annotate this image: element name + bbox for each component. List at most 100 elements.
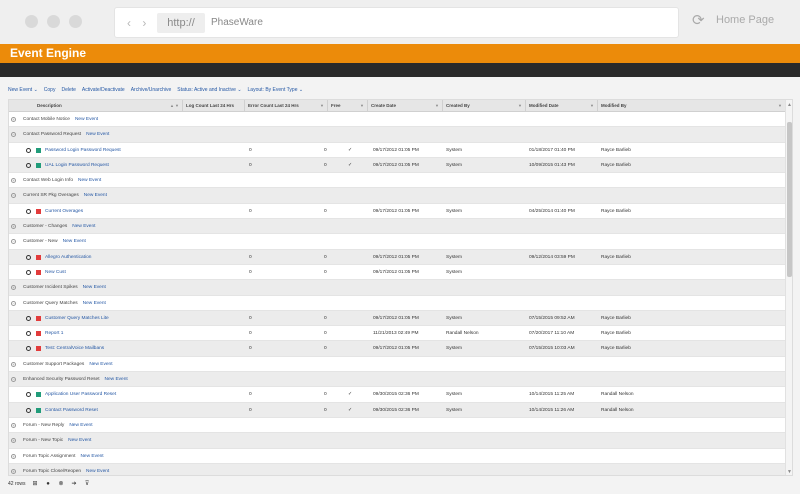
table-row[interactable]: Application User Password Reset 0 0 ✓ 09/30/…	[9, 387, 785, 403]
new-event-link[interactable]: New Event	[78, 178, 101, 183]
expand-icon[interactable]: +	[11, 453, 16, 459]
new-event-link[interactable]: New Event	[80, 454, 103, 459]
table-row[interactable]: UAL Login Password Request 0 0 ✓ 09/17/2012 …	[9, 157, 785, 174]
row-select-radio[interactable]	[26, 331, 31, 337]
header-description[interactable]: Description ▲ ▼	[34, 100, 182, 112]
scroll-down-icon[interactable]: ▼	[787, 469, 792, 475]
row-select-radio[interactable]	[26, 315, 31, 321]
collapse-icon[interactable]: −	[11, 193, 16, 199]
check-circle-icon[interactable]: ●	[45, 481, 52, 488]
group-row[interactable]: + Customer - Changes New Event	[9, 219, 785, 235]
table-row[interactable]: Customer Query Matches Lite 0 0 09/17/2012 …	[9, 310, 785, 327]
header-free[interactable]: Free ▼	[327, 100, 367, 112]
table-row[interactable]: Test: CentralVoice Mailbans 0 0 09/17/2012 …	[9, 341, 785, 357]
row-select-radio[interactable]	[26, 269, 31, 275]
expand-icon[interactable]: +	[11, 361, 16, 367]
home-page-link[interactable]: Home Page	[716, 14, 774, 26]
expand-icon[interactable]: +	[11, 285, 16, 291]
window-minimize-dot[interactable]	[47, 15, 60, 28]
expand-icon[interactable]: +	[11, 117, 16, 122]
table-row[interactable]: Password Login Password Request 0 0 ✓ 09/17/…	[9, 143, 785, 158]
filter-icon[interactable]: ▼	[320, 100, 324, 112]
address-bar[interactable]: ‹ › http:// PhaseWare	[114, 7, 679, 38]
group-row[interactable]: + Forum - New Topic New Event	[9, 433, 785, 449]
table-row[interactable]: Current Overages 0 0 09/17/2012 01:05 PM Sys…	[9, 204, 785, 220]
new-event-link[interactable]: New Event	[72, 224, 95, 229]
vertical-scrollbar[interactable]: ▲ ▼	[785, 100, 792, 475]
expand-icon[interactable]: +	[11, 224, 16, 230]
table-row[interactable]: Contact Password Reset 0 0 ✓ 09/30/2015 02:3…	[9, 402, 785, 418]
event-name-link[interactable]: Allegro Authentication	[45, 250, 91, 265]
header-error-count[interactable]: Error Count Last 24 Hrs ▼	[244, 100, 327, 112]
group-row[interactable]: + Contact Web Login Info New Event	[9, 173, 785, 189]
row-select-radio[interactable]	[26, 392, 31, 398]
new-event-link[interactable]: New Event	[63, 239, 86, 244]
cancel-circle-icon[interactable]: ⊗	[58, 481, 65, 488]
toolbar-action[interactable]: Status: Active and Inactive ⌄	[177, 85, 241, 95]
header-created-by[interactable]: Created By ▼	[442, 100, 525, 112]
group-row[interactable]: + Forum Topic Close/Reopen New Event	[9, 463, 785, 475]
header-modified-date[interactable]: Modified Date ▼	[525, 100, 597, 112]
group-row[interactable]: − Enhanced Security Password Reset New Eve…	[9, 372, 785, 388]
new-event-link[interactable]: New Event	[69, 423, 92, 428]
group-row[interactable]: − Contact Password Request New Event	[9, 127, 785, 143]
event-name-link[interactable]: Contact Password Reset	[45, 403, 98, 418]
back-forward-icon[interactable]: ‹ ›	[127, 16, 150, 30]
expand-icon[interactable]: +	[11, 422, 16, 428]
group-row[interactable]: + Customer Incident Spikes New Event	[9, 280, 785, 296]
row-select-radio[interactable]	[26, 147, 31, 153]
event-name-link[interactable]: UAL Login Password Request	[45, 158, 109, 173]
toolbar-action[interactable]: New Event ⌄	[8, 85, 38, 95]
collapse-icon[interactable]: −	[11, 300, 16, 306]
table-row[interactable]: Allegro Authentication 0 0 09/17/2012 01:05…	[9, 249, 785, 265]
new-event-link[interactable]: New Event	[89, 362, 112, 367]
event-name-link[interactable]: Application User Password Reset	[45, 387, 116, 402]
expand-icon[interactable]: +	[11, 468, 16, 474]
scroll-thumb[interactable]	[787, 122, 792, 277]
row-select-radio[interactable]	[26, 254, 31, 260]
row-select-radio[interactable]	[26, 208, 31, 214]
event-name-link[interactable]: Customer Query Matches Lite	[45, 311, 109, 326]
new-event-link[interactable]: New Event	[84, 193, 107, 198]
header-create-date[interactable]: Create Date ▼	[367, 100, 442, 112]
table-row[interactable]: New Cust 0 0 09/17/2012 01:05 PM System	[9, 265, 785, 281]
filter-icon[interactable]: ▼	[435, 100, 439, 112]
filter-icon[interactable]: ▼	[360, 100, 364, 112]
collapse-icon[interactable]: −	[11, 239, 16, 245]
filter-icon[interactable]: ▼	[778, 100, 782, 112]
event-name-link[interactable]: New Cust	[45, 265, 66, 280]
group-row[interactable]: − Customer Query Matches New Event	[9, 296, 785, 311]
header-modified-by[interactable]: Modified By ▼	[597, 100, 785, 112]
header-log-count[interactable]: Log Count Last 24 Hrs	[182, 100, 244, 112]
toolbar-action[interactable]: Copy	[44, 85, 56, 95]
group-row[interactable]: − Current SR Pkg Overages New Event	[9, 188, 785, 204]
table-row[interactable]: Report 1 0 0 11/21/2013 02:49 PM Randall Nel…	[9, 326, 785, 342]
group-row[interactable]: + Forum - New Reply New Event	[9, 418, 785, 434]
new-event-link[interactable]: New Event	[105, 377, 128, 382]
url-site[interactable]: PhaseWare	[211, 17, 263, 28]
new-event-link[interactable]: New Event	[83, 285, 106, 290]
event-name-link[interactable]: Current Overages	[45, 204, 83, 219]
row-select-radio[interactable]	[26, 346, 31, 352]
row-select-radio[interactable]	[26, 407, 31, 413]
export-icon[interactable]: ➔	[71, 481, 78, 488]
clear-filter-icon[interactable]: ⊽	[84, 481, 91, 488]
collapse-icon[interactable]: −	[11, 132, 16, 138]
scroll-up-icon[interactable]: ▲	[787, 102, 792, 108]
toolbar-action[interactable]: Archive/Unarchive	[131, 85, 172, 95]
new-event-link[interactable]: New Event	[68, 438, 91, 443]
event-name-link[interactable]: Test: CentralVoice Mailbans	[45, 341, 104, 356]
event-name-link[interactable]: Password Login Password Request	[45, 143, 121, 158]
filter-grid-icon[interactable]: ⊞	[32, 481, 39, 488]
group-row[interactable]: + Contact Mobile Notice New Event	[9, 112, 785, 128]
toolbar-action[interactable]: Delete	[61, 85, 75, 95]
new-event-link[interactable]: New Event	[83, 301, 106, 306]
toolbar-action[interactable]: Activate/Deactivate	[82, 85, 125, 95]
filter-icon[interactable]: ▼	[518, 100, 522, 112]
sort-icon[interactable]: ▲ ▼	[170, 100, 179, 112]
expand-icon[interactable]: +	[11, 178, 16, 184]
group-row[interactable]: + Customer Support Packages New Event	[9, 357, 785, 373]
event-name-link[interactable]: Report 1	[45, 326, 63, 341]
collapse-icon[interactable]: −	[11, 377, 16, 383]
group-row[interactable]: − Customer - New New Event	[9, 234, 785, 250]
